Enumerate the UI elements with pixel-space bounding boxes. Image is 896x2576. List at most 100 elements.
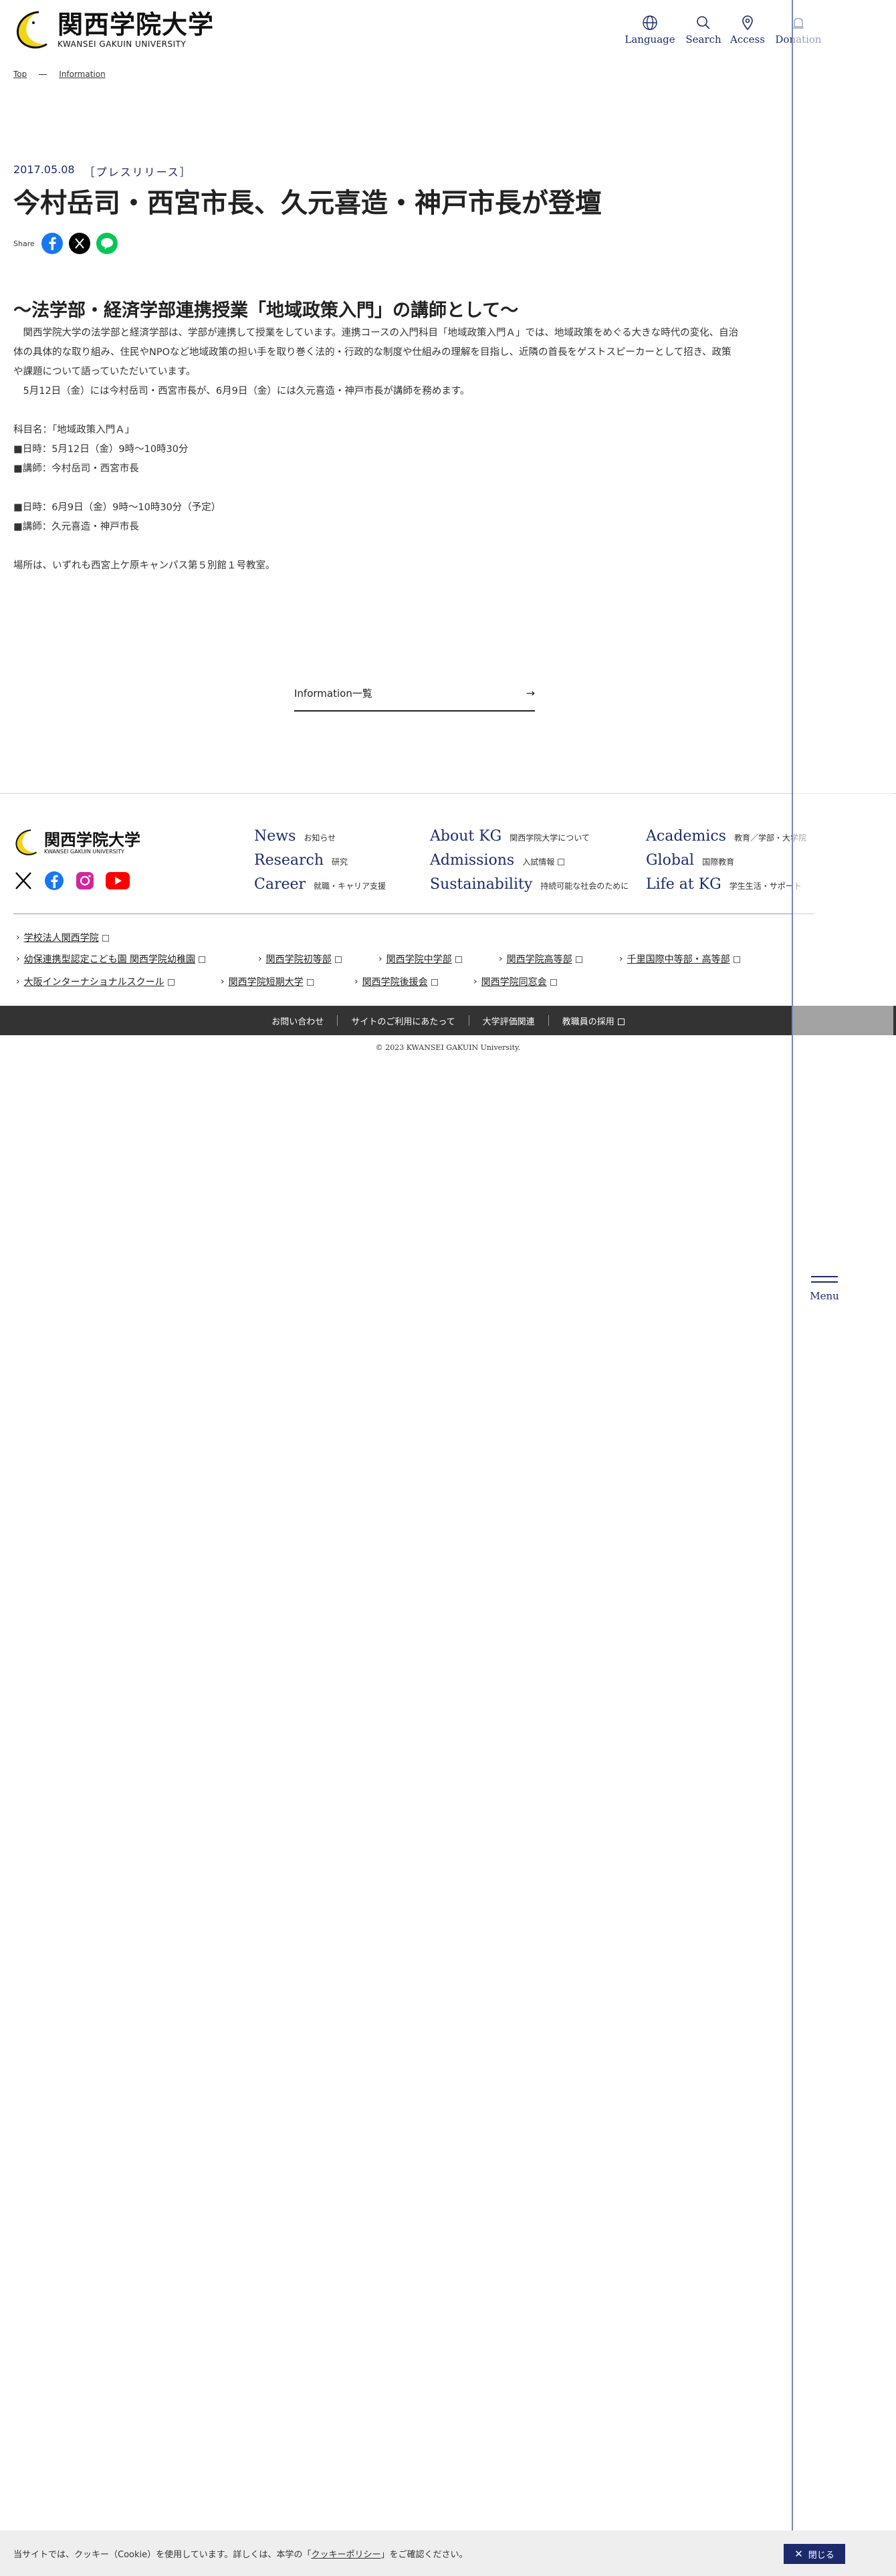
arrow-right-icon: → [526, 686, 535, 700]
body-line: ■日時：5月12日（金）9時〜10時30分 [13, 444, 189, 455]
share-bar: Share [13, 233, 124, 254]
chevron-right-icon: › [16, 954, 20, 964]
external-link-icon [550, 979, 557, 986]
footer-nav-jp: 学生生活・サポート [729, 881, 802, 891]
related-link-label: 関西学院後援会 [362, 977, 428, 988]
footer-link-evaluation[interactable]: 大学評価関連 [469, 1014, 548, 1027]
external-link-icon [733, 956, 740, 963]
related-link-label: 幼保連携型認定こども園 関西学院幼稚園 [23, 954, 196, 965]
footer-nav-academics[interactable]: Academics 教育／学部・大学院 [646, 828, 806, 845]
footer-nav-about-kg[interactable]: About KG 関西学院大学について [430, 828, 590, 845]
footer-link-recruit-label: 教職員の採用 [562, 1016, 614, 1027]
breadcrumb-separator [39, 74, 47, 75]
footer-nav-sustainability[interactable]: Sustainability 持続可能な社会のために [430, 876, 629, 893]
map-pin-icon [742, 15, 753, 31]
footer-nav-news[interactable]: News お知らせ [254, 828, 336, 845]
body-line: 場所は、いずれも西宮上ケ原キャンパス第５別館１号教室。 [13, 560, 275, 571]
related-link-label: 関西学院同窓会 [481, 977, 547, 988]
x-icon[interactable] [13, 871, 33, 891]
footer-nav-admissions[interactable]: Admissions 入試情報 [430, 852, 565, 869]
body-line [13, 401, 816, 421]
cookie-policy-link[interactable]: クッキーポリシー [311, 2550, 380, 2560]
logo-jp-text: 関西学院大学 [58, 10, 215, 39]
x-icon[interactable] [68, 233, 90, 254]
related-link-label: 大阪インターナショナルスクール [23, 977, 164, 988]
article-subtitle: 〜法学部・経済学部連携授業「地域政策入門」の講師として〜 [13, 300, 519, 321]
search-icon [697, 16, 710, 29]
related-link[interactable]: › 学校法人関西学院 [16, 931, 109, 944]
chevron-right-icon: › [258, 954, 262, 964]
related-link[interactable]: › 千里国際中等部・高等部 [619, 952, 740, 966]
related-link[interactable]: › 関西学院中学部 [378, 952, 462, 966]
instagram-icon[interactable] [75, 871, 95, 891]
cookie-message-text: 」をご確認ください。 [380, 2550, 468, 2560]
side-panel-border [792, 0, 793, 2576]
related-link-label: 関西学院短期大学 [228, 977, 304, 988]
cookie-banner: 当サイトでは、クッキー（Cookie）を使用しています。詳しくは、本学の「クッキ… [0, 2531, 896, 2576]
university-logo[interactable]: 関西学院大学 KWANSEI GAKUIN UNIVERSITY [13, 9, 214, 51]
share-label: Share [13, 239, 35, 248]
related-link-label: 関西学院中学部 [386, 954, 452, 965]
hamburger-icon [811, 1276, 838, 1277]
footer-nav-jp: 入試情報 [522, 857, 555, 867]
social-links [13, 871, 140, 891]
footer-nav-jp: 関西学院大学について [510, 833, 590, 843]
body-line: や課題について語っていただいています。 [13, 366, 196, 377]
footer-nav-en: Life at KG [646, 876, 721, 893]
related-link[interactable]: › 関西学院同窓会 [473, 975, 557, 988]
footer-nav-jp: 持続可能な社会のために [540, 881, 629, 891]
footer-nav-jp: 研究 [332, 857, 348, 867]
header-nav-access[interactable]: Access [721, 15, 774, 45]
footer-logo-jp: 関西学院大学 [44, 830, 140, 849]
footer-link-recruit[interactable]: 教職員の採用 [549, 1014, 638, 1027]
external-link-icon [199, 956, 206, 963]
related-link[interactable]: › 関西学院短期大学 [221, 975, 314, 988]
footer-nav-en: About KG [430, 828, 502, 845]
related-link-label: 関西学院初等部 [265, 954, 332, 965]
youtube-icon[interactable] [106, 871, 130, 891]
external-link-icon [455, 956, 462, 963]
related-link-label: 学校法人関西学院 [23, 933, 99, 944]
close-icon: ✕ [794, 2548, 803, 2560]
footer-nav-en: Career [254, 876, 306, 893]
footer-link-terms[interactable]: サイトのご利用にあたって [338, 1014, 468, 1027]
hamburger-icon [811, 1281, 838, 1283]
footer-nav-career[interactable]: Career 就職・キャリア支援 [254, 876, 386, 893]
related-link[interactable]: › 関西学院初等部 [258, 952, 342, 966]
footer-link-contact[interactable]: お問い合わせ [258, 1014, 337, 1027]
footer-nav-jp: 国際教育 [702, 857, 735, 867]
footer-nav-en: Research [254, 852, 324, 869]
cookie-close-button[interactable]: ✕ 閉じる [784, 2544, 845, 2564]
information-list-button[interactable]: Information一覧 → [294, 675, 535, 712]
chevron-right-icon: › [16, 976, 20, 987]
chevron-right-icon: › [16, 932, 20, 943]
facebook-icon[interactable] [41, 233, 63, 254]
related-link[interactable]: › 関西学院高等部 [499, 952, 582, 966]
breadcrumb-top-link[interactable]: Top [13, 70, 27, 79]
header-nav-label: Search [685, 33, 721, 45]
footer-nav-global[interactable]: Global 国際教育 [646, 852, 734, 869]
copyright: © 2023 KWANSEI GAKUIN University. [375, 1043, 521, 1052]
external-link-icon [575, 956, 582, 963]
crescent-moon-logo-icon [17, 11, 47, 49]
chevron-right-icon: › [221, 976, 225, 987]
related-link[interactable]: › 大阪インターナショナルスクール [16, 975, 175, 988]
breadcrumb-information-link[interactable]: Information [59, 70, 105, 79]
article-meta: 2017.05.08 ［プレスリリース］ [13, 163, 192, 179]
footer-nav-research[interactable]: Research 研究 [254, 852, 348, 869]
facebook-icon[interactable] [44, 871, 64, 891]
footer-logo[interactable]: 関西学院大学 KWANSEI GAKUIN UNIVERSITY [13, 828, 140, 857]
external-link-icon [102, 935, 109, 942]
body-line [13, 479, 816, 498]
body-line: 体の具体的な取り組み、住民やNPOなど地域政策の担い手を取り巻く法的・行政的な制… [13, 347, 732, 358]
related-link[interactable]: › 幼保連携型認定こども園 関西学院幼稚園 [16, 952, 206, 966]
header-nav-language[interactable]: Language [623, 15, 677, 45]
footer-nav-life-at-kg[interactable]: Life at KG 学生生活・サポート [646, 876, 802, 893]
related-link[interactable]: › 関西学院後援会 [354, 975, 438, 988]
external-link-icon [431, 979, 438, 986]
footer-nav-en: Academics [646, 828, 726, 845]
external-link-icon [306, 979, 314, 986]
footer-logo-en: KWANSEI GAKUIN UNIVERSITY [44, 848, 124, 855]
line-icon[interactable] [96, 233, 118, 254]
menu-button[interactable]: Menu [808, 1274, 841, 1302]
